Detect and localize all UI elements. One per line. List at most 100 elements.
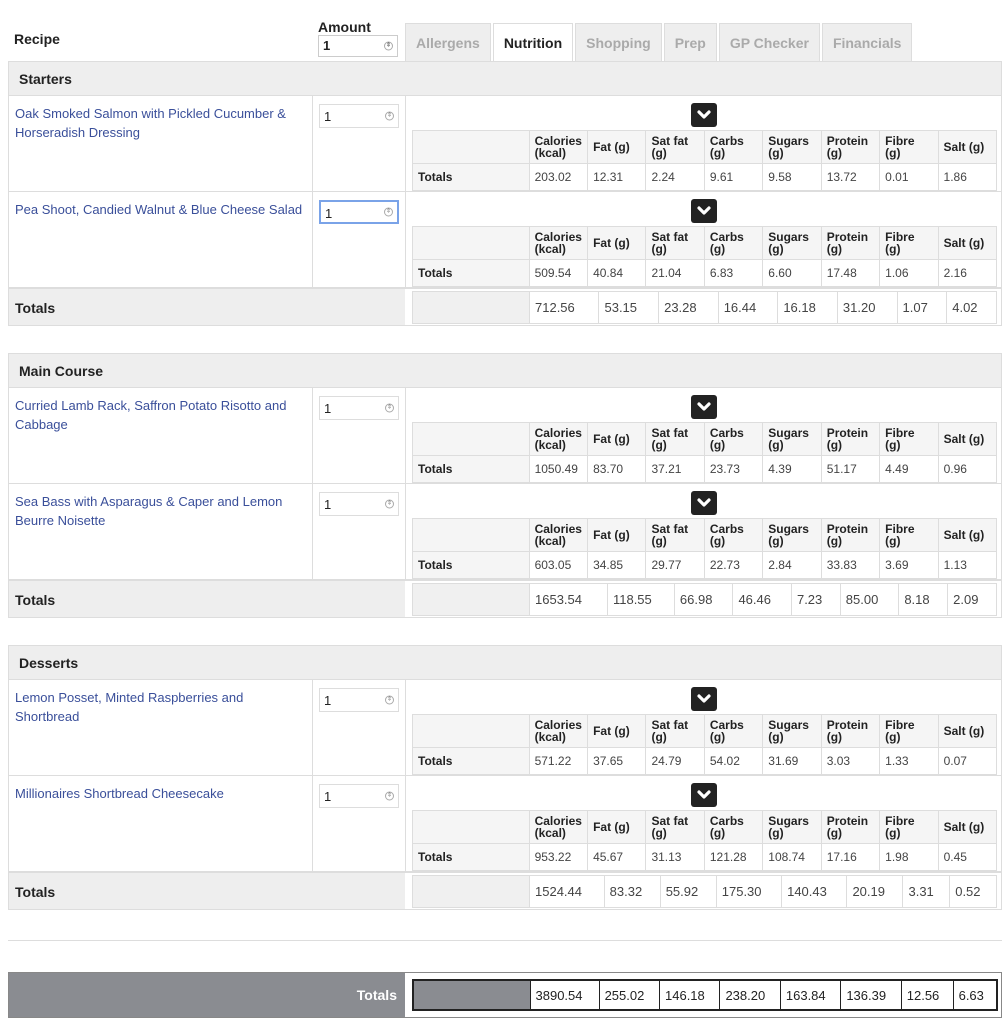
row-totals-label: Totals xyxy=(412,455,530,483)
stepper-icon[interactable]: ⇕ xyxy=(385,499,394,509)
column-header-protein: Protein (g) xyxy=(820,226,881,260)
column-header-protein: Protein (g) xyxy=(820,130,881,164)
section-0: Starters Oak Smoked Salmon with Pickled C… xyxy=(8,61,1002,326)
section-total-fat: 53.15 xyxy=(598,291,660,324)
value-carbs: 121.28 xyxy=(703,843,764,871)
column-header-salt: Salt (g) xyxy=(937,518,998,552)
value-salt: 0.96 xyxy=(937,455,998,483)
value-salt: 2.16 xyxy=(937,259,998,287)
chevron-down-icon xyxy=(697,498,711,507)
section-title: Main Course xyxy=(8,353,1002,388)
recipe-row: Curried Lamb Rack, Saffron Potato Risott… xyxy=(8,388,1002,484)
column-header-carbs: Carbs (g) xyxy=(703,130,764,164)
section-total-sugars: 7.23 xyxy=(790,583,841,616)
column-header-carbs: Carbs (g) xyxy=(703,810,764,844)
grand-total-protein: 136.39 xyxy=(840,979,902,1011)
stepper-icon[interactable]: ⇕ xyxy=(384,207,393,217)
recipe-name-link[interactable]: Sea Bass with Asparagus & Caper and Lemo… xyxy=(15,492,305,530)
section-totals-row: Totals 1524.44 83.32 55.92 175.30 140.43 20.19… xyxy=(8,872,1002,910)
recipe-amount-input[interactable]: 1 ⇕ xyxy=(319,688,399,712)
tab-gp-checker[interactable]: GP Checker xyxy=(718,23,820,62)
recipe-amount-value: 1 xyxy=(325,206,333,221)
grand-total-carbs: 238.20 xyxy=(719,979,781,1011)
value-salt: 0.07 xyxy=(937,747,998,775)
expand-chevron-button[interactable] xyxy=(691,199,717,223)
tab-nutrition[interactable]: Nutrition xyxy=(492,23,574,62)
recipe-amount-input[interactable]: 1 ⇕ xyxy=(319,784,399,808)
value-fibre: 4.49 xyxy=(879,455,939,483)
expand-chevron-button[interactable] xyxy=(691,395,717,419)
value-sat-fat: 37.21 xyxy=(645,455,705,483)
row-totals-label: Totals xyxy=(412,843,530,871)
grand-totals-label: Totals xyxy=(9,973,405,1017)
value-fibre: 0.01 xyxy=(879,163,939,191)
column-header-sugars: Sugars (g) xyxy=(762,518,822,552)
global-amount-value: 1 xyxy=(323,38,331,53)
recipe-name-link[interactable]: Millionaires Shortbread Cheesecake xyxy=(15,784,305,803)
value-sugars: 108.74 xyxy=(762,843,822,871)
recipe-amount-value: 1 xyxy=(324,109,332,124)
column-header-sat-fat: Sat fat (g) xyxy=(645,714,705,748)
global-amount-input[interactable]: 1 ⇕ xyxy=(318,35,398,57)
expand-chevron-button[interactable] xyxy=(691,103,717,127)
column-divider xyxy=(405,388,406,483)
column-header-sat-fat: Sat fat (g) xyxy=(645,518,705,552)
tab-financials[interactable]: Financials xyxy=(821,23,913,62)
stepper-icon[interactable]: ⇕ xyxy=(384,41,393,51)
column-divider xyxy=(312,96,313,191)
column-header-salt: Salt (g) xyxy=(937,226,998,260)
value-fat: 34.85 xyxy=(587,551,647,579)
nutrition-table: Calories (kcal) Fat (g) Sat fat (g) Carbs (… xyxy=(412,422,998,483)
column-header-carbs: Carbs (g) xyxy=(703,518,764,552)
column-header-salt: Salt (g) xyxy=(937,714,998,748)
stepper-icon[interactable]: ⇕ xyxy=(385,111,394,121)
stepper-icon[interactable]: ⇕ xyxy=(385,791,394,801)
section-total-sat-fat: 55.92 xyxy=(659,875,717,908)
section-1: Main Course Curried Lamb Rack, Saffron Po… xyxy=(8,353,1002,618)
stepper-icon[interactable]: ⇕ xyxy=(385,695,394,705)
divider xyxy=(8,940,1002,941)
recipe-name-link[interactable]: Curried Lamb Rack, Saffron Potato Risott… xyxy=(15,396,305,434)
recipe-amount-input[interactable]: 1 ⇕ xyxy=(319,492,399,516)
tab-prep[interactable]: Prep xyxy=(663,23,717,62)
recipe-name-link[interactable]: Oak Smoked Salmon with Pickled Cucumber … xyxy=(15,104,305,142)
tab-shopping[interactable]: Shopping xyxy=(575,23,662,62)
recipe-amount-value: 1 xyxy=(324,401,332,416)
value-sat-fat: 29.77 xyxy=(645,551,705,579)
recipe-amount-input[interactable]: 1 ⇕ xyxy=(319,200,399,224)
stepper-icon[interactable]: ⇕ xyxy=(385,403,394,413)
header-blank xyxy=(412,130,530,164)
section-total-salt: 4.02 xyxy=(946,291,997,324)
column-header-carbs: Carbs (g) xyxy=(703,226,764,260)
section-total-sat-fat: 23.28 xyxy=(658,291,719,324)
column-divider xyxy=(312,192,313,287)
tab-allergens[interactable]: Allergens xyxy=(405,23,491,62)
column-divider xyxy=(312,680,313,775)
recipe-amount-input[interactable]: 1 ⇕ xyxy=(319,104,399,128)
column-header-fibre: Fibre (g) xyxy=(879,714,939,748)
value-protein: 33.83 xyxy=(820,551,881,579)
value-sugars: 4.39 xyxy=(762,455,822,483)
expand-chevron-button[interactable] xyxy=(691,783,717,807)
value-protein: 17.16 xyxy=(820,843,881,871)
expand-chevron-button[interactable] xyxy=(691,687,717,711)
value-sugars: 31.69 xyxy=(762,747,822,775)
expand-chevron-button[interactable] xyxy=(691,491,717,515)
grand-total-fat: 255.02 xyxy=(598,979,661,1011)
section-total-sugars: 140.43 xyxy=(781,875,848,908)
nutrition-table: Calories (kcal) Fat (g) Sat fat (g) Carbs (… xyxy=(412,226,998,287)
section-totals-label: Totals xyxy=(15,300,56,316)
value-calories: 203.02 xyxy=(528,163,589,191)
value-fibre: 3.69 xyxy=(879,551,939,579)
recipe-amount-input[interactable]: 1 ⇕ xyxy=(319,396,399,420)
column-header-calories: Calories (kcal) xyxy=(528,518,589,552)
value-protein: 3.03 xyxy=(820,747,881,775)
recipe-name-link[interactable]: Lemon Posset, Minted Raspberries and Sho… xyxy=(15,688,305,726)
value-sat-fat: 21.04 xyxy=(645,259,705,287)
column-header-carbs: Carbs (g) xyxy=(703,714,764,748)
column-header-fibre: Fibre (g) xyxy=(879,130,939,164)
section-total-protein: 85.00 xyxy=(839,583,900,616)
column-header-protein: Protein (g) xyxy=(820,518,881,552)
column-header-protein: Protein (g) xyxy=(820,714,881,748)
recipe-name-link[interactable]: Pea Shoot, Candied Walnut & Blue Cheese … xyxy=(15,200,305,219)
